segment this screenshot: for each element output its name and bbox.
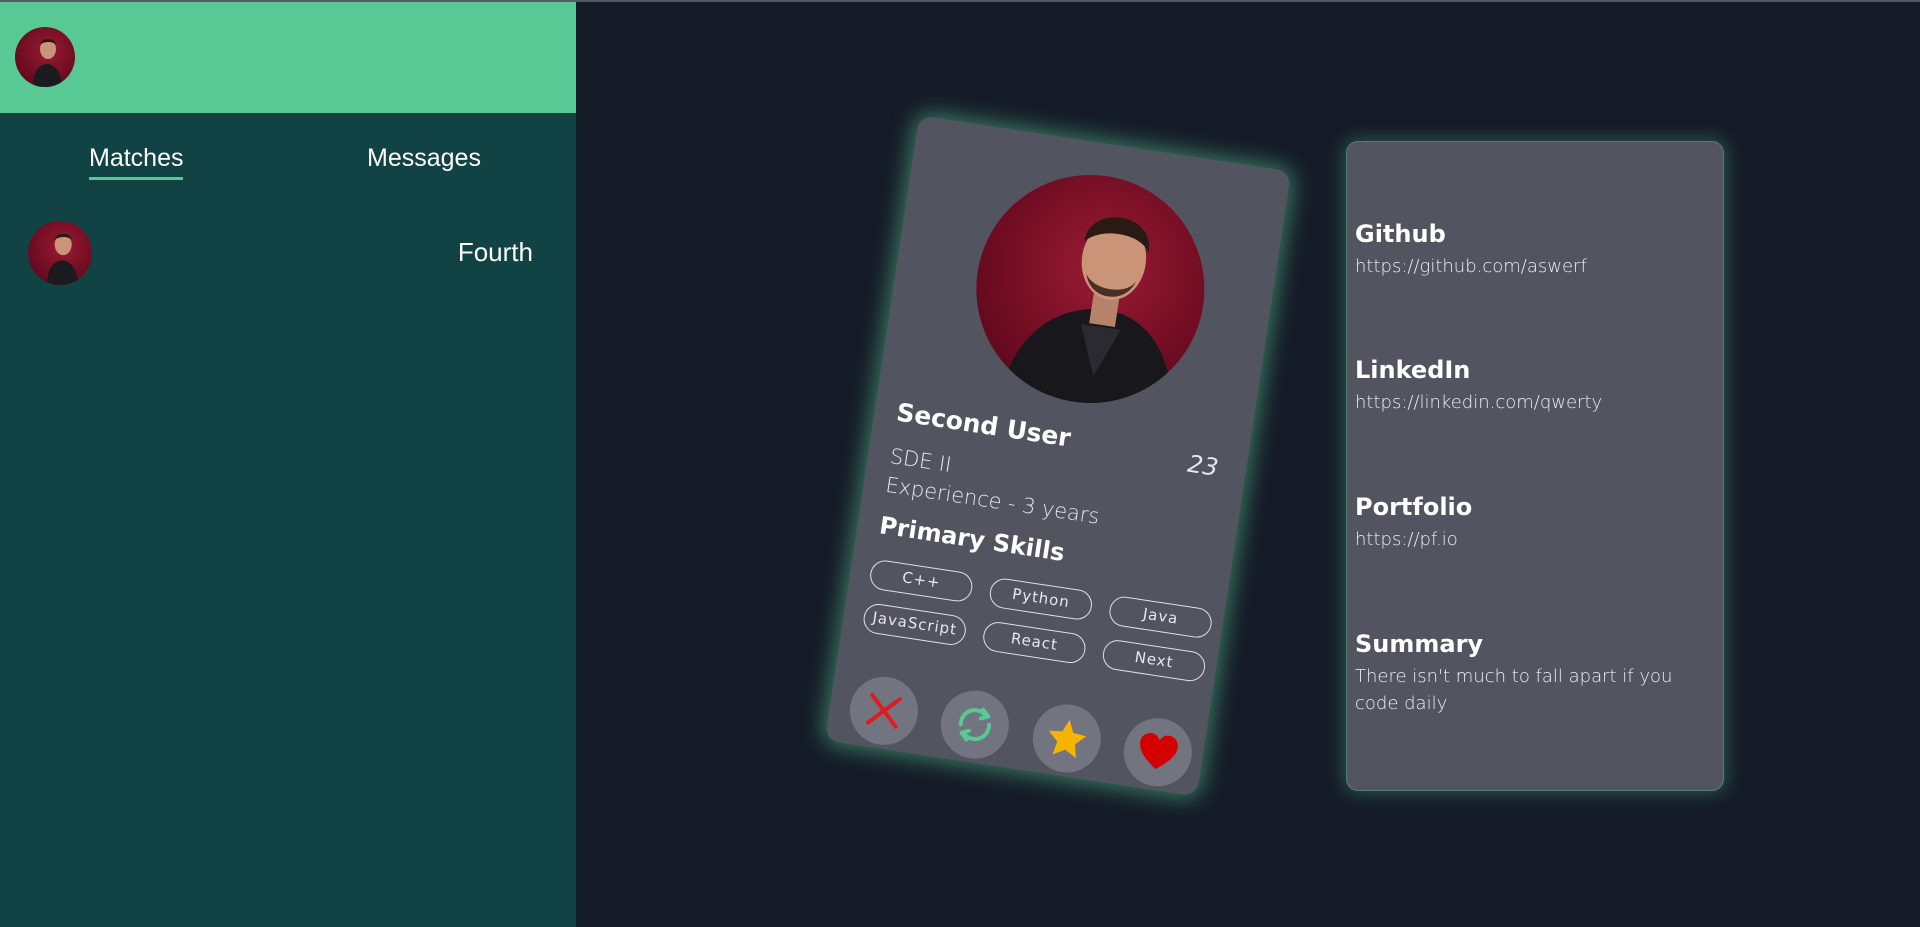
summary-text: There isn't much to fall apart if you co… [1355,666,1673,714]
reject-button[interactable] [845,672,923,750]
match-avatar [28,221,92,285]
profile-name: Second User [894,397,1073,453]
summary-section: Summary There isn't much to fall apart i… [1355,630,1715,717]
superlike-button[interactable] [1027,699,1106,778]
profile-role: SDE II [888,444,954,478]
sidebar-header [0,2,576,113]
sidebar: Matches Messages Fourth [0,2,576,927]
heart-icon [1140,733,1178,770]
portfolio-link[interactable]: https://pf.io [1355,526,1715,553]
skill-tag: Next [1100,638,1208,684]
github-heading: Github [1355,220,1446,248]
profile-details-panel: Github https://github.com/aswerf LinkedI… [1346,141,1724,791]
github-section: Github https://github.com/aswerf [1355,220,1715,280]
skill-tag: React [981,620,1088,666]
portfolio-section: Portfolio https://pf.io [1355,493,1715,553]
github-link[interactable]: https://github.com/aswerf [1355,253,1715,280]
skill-tag: JavaScript [861,601,968,647]
card-actions [845,672,1197,791]
tab-matches[interactable]: Matches [89,144,184,180]
sidebar-tabs: Matches Messages [0,144,576,184]
person-photo-icon [33,39,62,87]
skill-tag: C++ [868,558,975,604]
profile-photo [960,159,1221,419]
skill-tag: Java [1107,594,1214,640]
star-icon [1048,719,1087,759]
profile-age: 23 [1185,449,1221,482]
skills-list: C++ Python Java JavaScript React Next [861,558,1214,684]
linkedin-link[interactable]: https://linkedin.com/qwerty [1355,389,1715,416]
user-avatar[interactable] [15,27,75,87]
close-icon [865,692,902,729]
like-button[interactable] [1119,713,1197,791]
summary-heading: Summary [1355,630,1484,658]
match-list-item[interactable]: Fourth [0,219,576,287]
linkedin-heading: LinkedIn [1355,356,1471,384]
refresh-icon [959,707,992,742]
linkedin-section: LinkedIn https://linkedin.com/qwerty [1355,356,1715,416]
profile-card[interactable]: Second User 23 SDE II Experience - 3 yea… [824,115,1292,797]
match-name: Fourth [457,237,533,267]
skill-tag: Python [987,576,1095,622]
person-photo-icon [47,233,79,285]
portfolio-heading: Portfolio [1355,493,1473,521]
tab-messages[interactable]: Messages [367,144,481,177]
rewind-button[interactable] [936,685,1014,764]
person-photo-icon [1000,217,1174,417]
